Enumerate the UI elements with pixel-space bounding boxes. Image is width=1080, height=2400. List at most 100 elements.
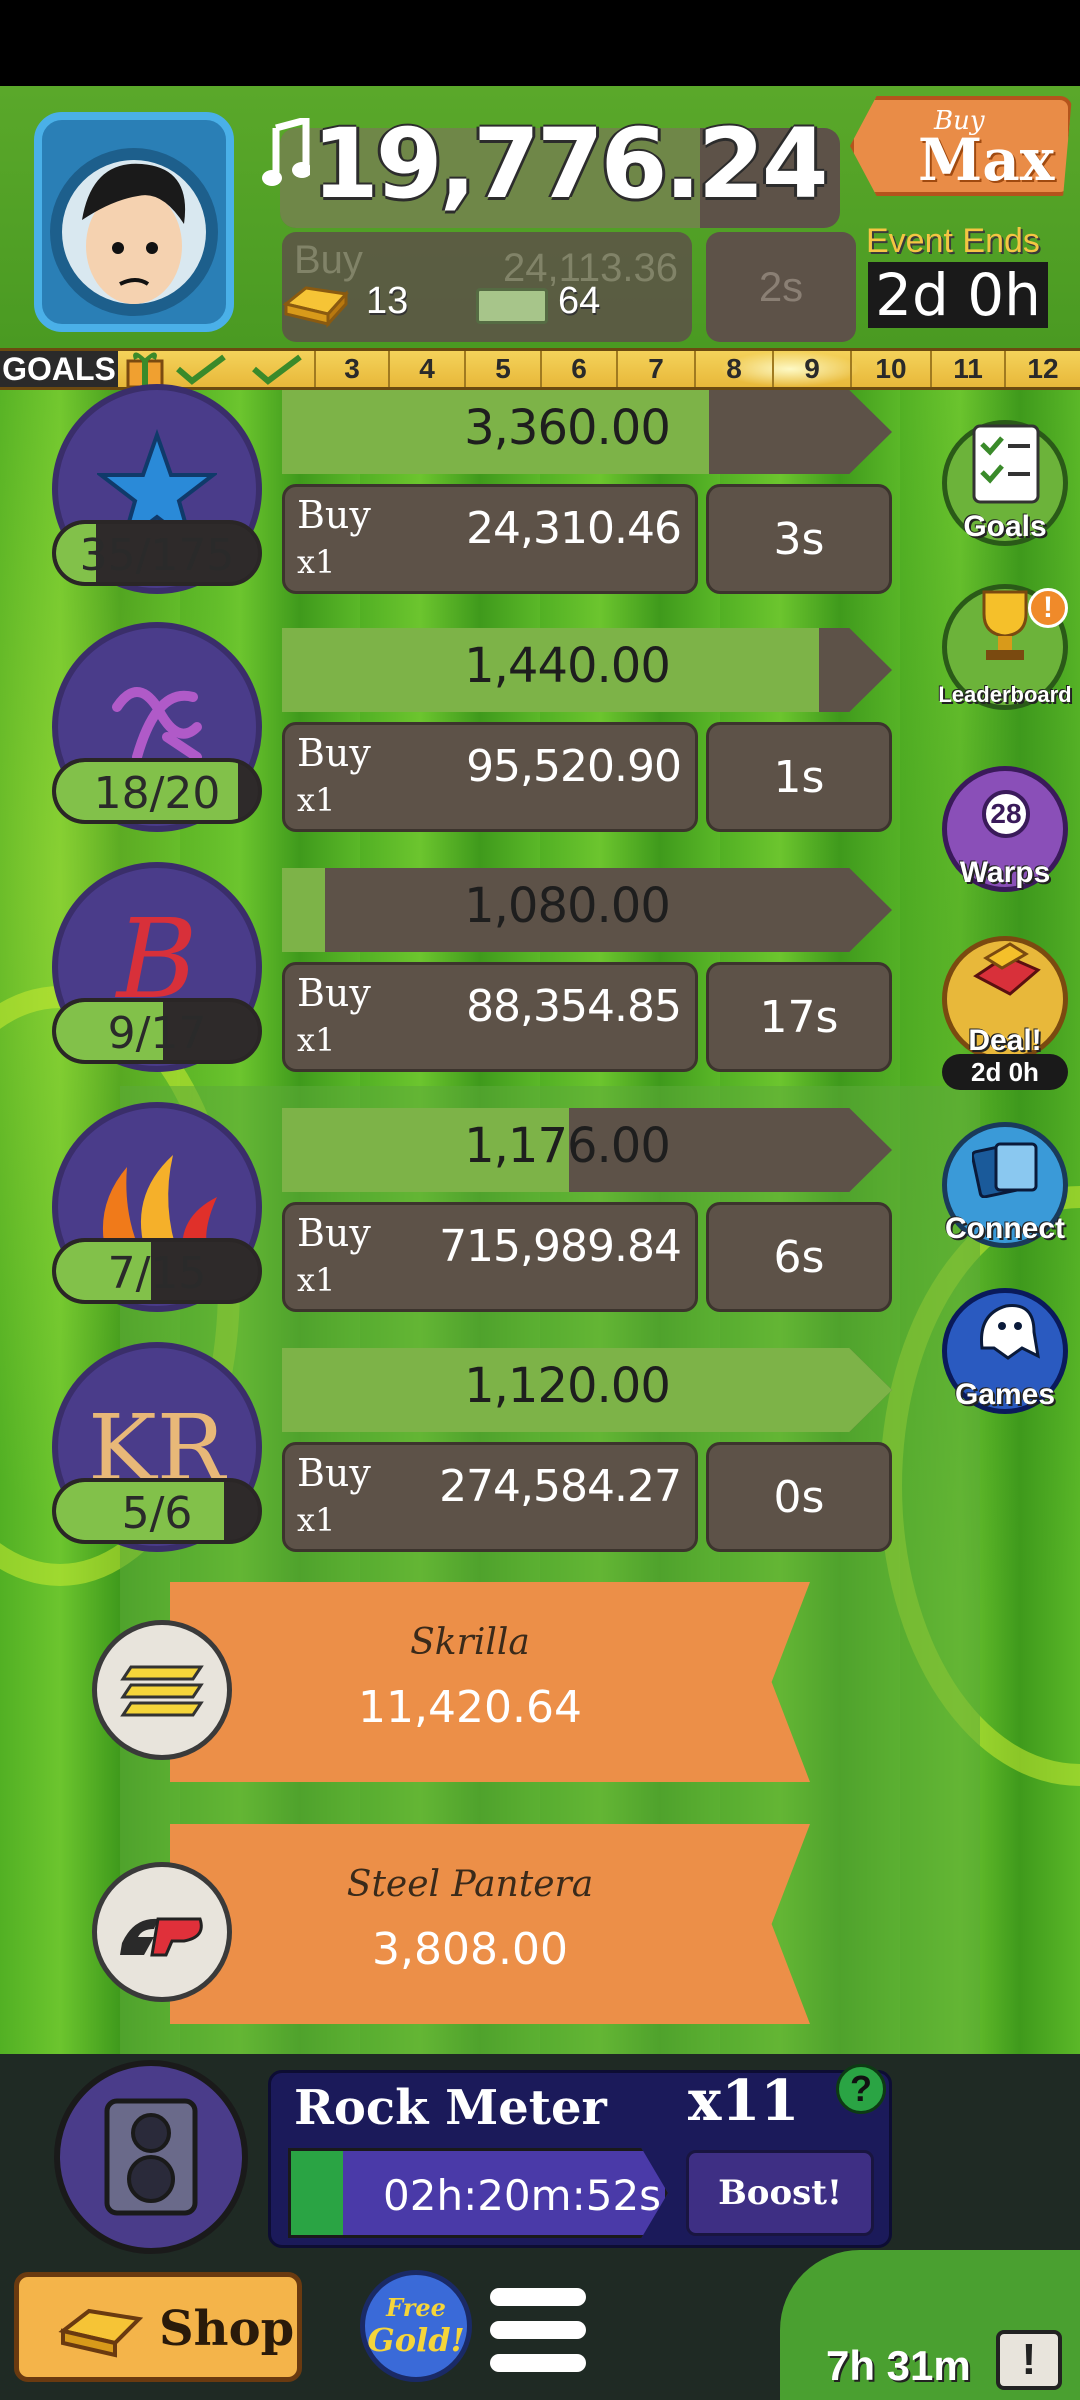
cards-icon bbox=[972, 1142, 1038, 1198]
business-row: 18/20 1,440.00 Buy x1 95,520.90 1s bbox=[0, 622, 900, 862]
ghost-timer: 2s bbox=[706, 232, 856, 342]
buy-cost: 274,584.27 bbox=[439, 1461, 682, 1512]
offline-timer-tab[interactable]: 7h 31m ! bbox=[780, 2250, 1080, 2400]
manager-cost: 3,808.00 bbox=[372, 1924, 568, 1975]
boost-button[interactable]: Boost! bbox=[686, 2150, 874, 2236]
deal-button-label: Deal! bbox=[968, 1024, 1042, 1057]
buy-business-button[interactable]: Buy x1 88,354.85 bbox=[282, 962, 698, 1072]
business-progress-bar[interactable]: 1,176.00 bbox=[282, 1108, 892, 1192]
goal-cell: 4 bbox=[388, 351, 464, 387]
buy-label: Buy bbox=[297, 1451, 371, 1495]
connect-button[interactable]: Connect bbox=[938, 1122, 1072, 1256]
business-owned-count: 18/20 bbox=[52, 758, 262, 824]
deal-timer: 2d 0h bbox=[942, 1054, 1068, 1090]
alert-badge-icon: ! bbox=[1028, 588, 1068, 628]
manager-name: Skrilla bbox=[410, 1622, 530, 1663]
goal-cell: 12 bbox=[1004, 351, 1080, 387]
business-progress-bar[interactable]: 1,080.00 bbox=[282, 868, 892, 952]
sp-logo-icon bbox=[120, 1917, 203, 1957]
buy-label: Buy bbox=[297, 731, 371, 775]
rock-meter-fill bbox=[291, 2151, 344, 2235]
buy-business-button[interactable]: Buy x1 24,310.46 bbox=[282, 484, 698, 594]
buy-label: Buy bbox=[297, 493, 371, 537]
goals-label: GOALS bbox=[0, 351, 118, 387]
business-row: KR 5/6 1,120.00 Buy x1 274,584.27 0s bbox=[0, 1342, 900, 1582]
free-gold-button[interactable]: Free Gold! bbox=[360, 2270, 472, 2382]
deal-button[interactable]: Deal! 2d 0h bbox=[938, 936, 1072, 1090]
business-owned-count: 7/15 bbox=[52, 1238, 262, 1304]
player-avatar[interactable] bbox=[34, 112, 234, 332]
free-gold-label: Free bbox=[386, 2293, 446, 2322]
rock-meter-multiplier: x11 bbox=[688, 2068, 800, 2134]
leaderboard-button[interactable]: ! Leaderboard bbox=[938, 584, 1072, 718]
business-revenue: 1,120.00 bbox=[464, 1358, 671, 1414]
buy-max-button[interactable]: Buy Max bbox=[850, 96, 1072, 196]
free-gold-label: Gold! bbox=[367, 2321, 465, 2359]
games-button-label: Games bbox=[954, 1378, 1056, 1411]
business-progress-bar[interactable]: 1,120.00 bbox=[282, 1348, 892, 1432]
buy-business-button[interactable]: Buy x1 95,520.90 bbox=[282, 722, 698, 832]
warps-button[interactable]: 28 Warps bbox=[938, 766, 1072, 900]
speaker-icon bbox=[104, 2098, 198, 2216]
business-progress-bar[interactable]: 3,360.00 bbox=[282, 390, 892, 474]
music-note-icon bbox=[262, 118, 310, 186]
business-revenue: 1,176.00 bbox=[464, 1118, 671, 1174]
buy-label: Buy bbox=[297, 971, 371, 1015]
buy-cost: 24,310.46 bbox=[466, 503, 682, 554]
goal-cell: 10 bbox=[850, 351, 930, 387]
manager-portrait bbox=[92, 1620, 232, 1760]
buy-label: Buy bbox=[297, 1211, 371, 1255]
warp-icon: 28 bbox=[982, 790, 1030, 838]
gold-count: 13 bbox=[366, 280, 409, 322]
business-timer: 0s bbox=[706, 1442, 892, 1552]
goal-cell: 6 bbox=[540, 351, 616, 387]
checklist-icon bbox=[972, 424, 1040, 504]
event-timer: 2d 0h bbox=[868, 261, 1048, 329]
business-timer: 3s bbox=[706, 484, 892, 594]
buy-business-button[interactable]: Buy x1 715,989.84 bbox=[282, 1202, 698, 1312]
buy-quantity: x1 bbox=[297, 1021, 336, 1059]
buy-quantity: x1 bbox=[297, 543, 336, 581]
buy-quantity: x1 bbox=[297, 1261, 336, 1299]
buy-business-button[interactable]: Buy x1 274,584.27 bbox=[282, 1442, 698, 1552]
bill-count: 64 bbox=[558, 280, 601, 322]
games-button[interactable]: Games bbox=[938, 1288, 1072, 1422]
goal-cell: 9 bbox=[772, 351, 850, 387]
business-revenue: 3,360.00 bbox=[464, 400, 671, 456]
manager-name: Steel Pantera bbox=[346, 1864, 594, 1905]
business-timer: 6s bbox=[706, 1202, 892, 1312]
rock-meter-title: Rock Meter bbox=[294, 2080, 607, 2136]
business-row: 35/175 3,360.00 Buy x1 24,310.46 3s bbox=[0, 384, 900, 624]
buy-quantity: x1 bbox=[297, 781, 336, 819]
rock-meter-icon-button[interactable] bbox=[54, 2060, 248, 2254]
goal-cell: 7 bbox=[616, 351, 694, 387]
leaderboard-button-label: Leaderboard bbox=[938, 682, 1072, 707]
manager-cost: 11,420.64 bbox=[358, 1682, 582, 1733]
tv-alert-icon: ! bbox=[996, 2330, 1062, 2390]
help-icon[interactable]: ? bbox=[836, 2064, 886, 2114]
stacked-bars-icon bbox=[120, 1665, 204, 1717]
goal-cell: 5 bbox=[464, 351, 540, 387]
buy-cost: 95,520.90 bbox=[466, 741, 682, 792]
buy-cost: 88,354.85 bbox=[466, 981, 682, 1032]
menu-button[interactable] bbox=[490, 2288, 586, 2372]
connect-button-label: Connect bbox=[945, 1212, 1065, 1245]
rock-meter-timer: 02h:20m:52s bbox=[383, 2171, 662, 2220]
money-total: 19,776.24 bbox=[312, 108, 829, 220]
megabucks-bill-icon bbox=[476, 288, 548, 324]
business-progress-bar[interactable]: 1,440.00 bbox=[282, 628, 892, 712]
gift-icon bbox=[973, 942, 1041, 996]
manager-skrilla[interactable]: Skrilla 11,420.64 bbox=[92, 1582, 810, 1782]
rock-meter-progress: 02h:20m:52s bbox=[288, 2148, 668, 2238]
goal-cell: 11 bbox=[930, 351, 1004, 387]
offline-timer: 7h 31m bbox=[826, 2342, 971, 2389]
business-timer: 17s bbox=[706, 962, 892, 1072]
manager-steel-pantera[interactable]: Steel Pantera 3,808.00 bbox=[92, 1824, 810, 2024]
goals-button[interactable]: Goals bbox=[938, 420, 1072, 554]
buy-quantity: x1 bbox=[297, 1501, 336, 1539]
buy-max-label: Max bbox=[918, 126, 1055, 194]
business-row: 7/15 1,176.00 Buy x1 715,989.84 6s bbox=[0, 1102, 900, 1342]
shop-button[interactable]: Shop bbox=[14, 2272, 302, 2382]
business-owned-count: 9/17 bbox=[52, 998, 262, 1064]
business-revenue: 1,080.00 bbox=[464, 878, 671, 934]
